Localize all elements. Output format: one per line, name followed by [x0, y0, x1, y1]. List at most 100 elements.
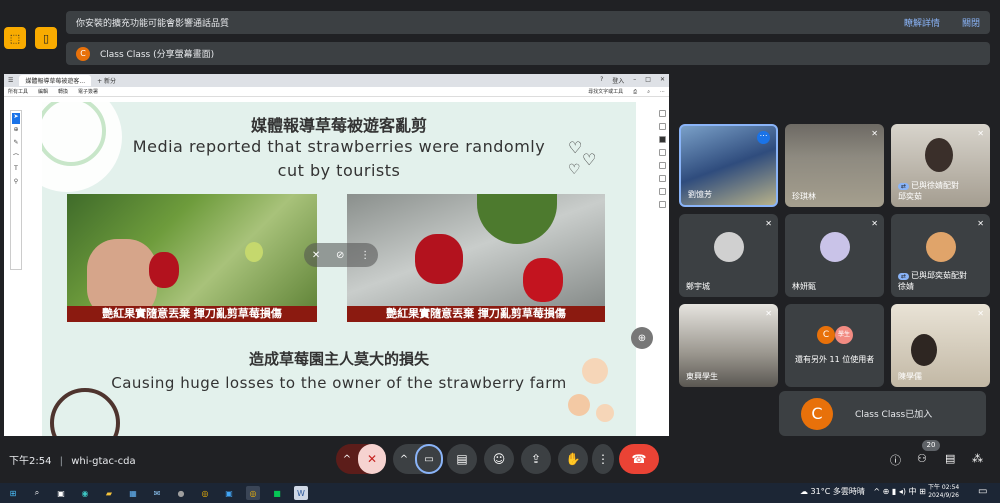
menu-icon[interactable]: ☰ [8, 77, 13, 84]
task-view-icon[interactable]: ▣ [54, 486, 68, 500]
ime-indicator[interactable]: 中 [909, 487, 917, 496]
menu-all-tools[interactable]: 所有工具 [8, 88, 28, 95]
more-icon[interactable]: ⋯ [660, 89, 665, 95]
strawberry-photo-right: 艷紅果實隨意丟棄 揮刀亂剪草莓損傷 [347, 194, 605, 322]
zoom-tool-icon[interactable]: ⊕ [12, 126, 20, 137]
weather-widget[interactable]: ☁ 31°C 多雲時晴 ^ ⊕ ▮ ◂) 中 ⊞ [800, 486, 926, 497]
activities-icon[interactable]: ⁂ [972, 452, 983, 465]
sign-in-link[interactable]: 登入 [612, 76, 624, 85]
mic-off-icon[interactable]: ✕ [312, 250, 320, 261]
edge-icon[interactable]: ◉ [78, 486, 92, 500]
hide-icon[interactable]: ⊘ [336, 250, 344, 261]
word-icon[interactable]: W [294, 486, 308, 500]
people-icon[interactable]: ⚇ [917, 452, 927, 465]
tool-icon[interactable] [659, 188, 666, 195]
tool-icon[interactable] [659, 110, 666, 117]
participant-tile[interactable]: ✕ ⇄ 已與邱奕茹配對 徐婧 [891, 214, 990, 297]
participant-name: 邱奕茹 [898, 192, 922, 201]
participant-tile[interactable]: ⋯ 劉憶芳 [679, 124, 778, 207]
file-explorer-icon[interactable]: ▰ [102, 486, 116, 500]
zoom-icon[interactable]: ⊕ [631, 327, 653, 349]
chevron-up-icon[interactable]: ^ [393, 454, 415, 465]
app-icon[interactable]: ▣ [222, 486, 236, 500]
slide-subtitle-zh: 造成草莓園主人莫大的損失 [248, 350, 429, 368]
participant-tile[interactable]: ✕ 珍琪林 [785, 124, 884, 207]
participant-tile[interactable]: ✕ ⇄ 已與徐婧配對 邱奕茹 [891, 124, 990, 207]
tray-icons[interactable]: ^ ⊕ ▮ ◂) [873, 487, 906, 496]
help-icon[interactable]: ? [600, 76, 603, 85]
camera-button[interactable]: ▭ [415, 444, 443, 474]
more-participants-tile[interactable]: C 學生 還有另外 11 位使用者 [785, 304, 884, 387]
tool-icon[interactable] [659, 175, 666, 182]
windows-start-icon[interactable]: ⊞ [6, 486, 20, 500]
tool-icon[interactable] [659, 149, 666, 156]
captions-button[interactable]: ▤ [447, 444, 477, 474]
stamp-icon[interactable]: ⚲ [12, 178, 20, 189]
participant-tile[interactable]: ✕ 林妍甄 [785, 214, 884, 297]
pen-icon[interactable]: ✎ [12, 139, 20, 150]
chat-icon[interactable]: ▤ [945, 452, 955, 465]
mic-control: ^ ✕ [336, 444, 386, 474]
maximize-icon[interactable]: □ [645, 76, 651, 85]
participant-tile[interactable]: ✕ 鄭宇城 [679, 214, 778, 297]
text-box-icon[interactable]: T [12, 165, 20, 176]
weather-icon: ☁ [800, 487, 808, 496]
participant-name: 徐婧 [898, 282, 914, 291]
menu-esign[interactable]: 電子簽署 [78, 88, 98, 95]
chrome-icon[interactable]: ◎ [246, 486, 260, 500]
participant-name: 珍琪林 [792, 192, 816, 201]
close-banner-button[interactable]: 關閉 [962, 16, 980, 29]
chevron-up-icon[interactable]: ^ [336, 454, 358, 465]
more-icon[interactable]: ⋯ [757, 131, 770, 144]
raise-hand-button[interactable]: ✋ [558, 444, 588, 474]
menu-edit[interactable]: 編輯 [38, 88, 48, 95]
highlighter-icon[interactable]: ⌒ [12, 152, 20, 163]
tool-icon[interactable] [659, 136, 666, 143]
cursor-icon[interactable]: ➤ [12, 113, 20, 124]
learn-more-link[interactable]: 瞭解詳情 [904, 16, 940, 29]
slide-title-en-1: Media reported that strawberries were ra… [132, 137, 546, 156]
app-icon[interactable]: ● [174, 486, 188, 500]
search-icon[interactable]: ⌕ [30, 486, 44, 500]
notification-icon[interactable]: ▭ [978, 486, 987, 497]
end-call-button[interactable]: ☎ [619, 444, 659, 474]
store-icon[interactable]: ▦ [126, 486, 140, 500]
clock-date: 2024/9/26 [928, 492, 959, 499]
emoji-button[interactable]: ☺ [484, 444, 514, 474]
tool-icon[interactable] [659, 201, 666, 208]
participant-name: 劉憶芳 [688, 190, 712, 199]
chrome-icon[interactable]: ◎ [198, 486, 212, 500]
browser-tab[interactable]: 媒體報導草莓被遊客... [19, 75, 92, 86]
minimize-icon[interactable]: – [633, 76, 636, 85]
system-clock[interactable]: 下午 02:54 2024/9/26 [928, 484, 959, 500]
close-window-icon[interactable]: ✕ [660, 76, 665, 85]
caption-right: 艷紅果實隨意丟棄 揮刀亂剪草莓損傷 [347, 306, 605, 322]
meet-screen: ⬚ ▯ 你安裝的擴充功能可能會影響通話品質 瞭解詳情 關閉 C Class Cl… [0, 0, 1000, 503]
avatar: 學生 [835, 326, 853, 344]
share-tab-icon[interactable]: ▯ [35, 27, 57, 49]
more-options-icon[interactable]: ⋮ [360, 250, 370, 261]
mail-icon[interactable]: ✉ [150, 486, 164, 500]
print-icon[interactable]: ⎙ [633, 89, 637, 95]
present-button[interactable]: ⇪ [521, 444, 551, 474]
more-options-button[interactable]: ⋮ [592, 444, 614, 474]
camera-off-icon[interactable]: ⬚ [4, 27, 26, 49]
tool-icon[interactable] [659, 123, 666, 130]
pair-icon: ⇄ [898, 183, 910, 190]
search-icon[interactable]: ⌕ [647, 89, 650, 95]
info-icon[interactable]: ⓘ [890, 452, 901, 468]
line-icon[interactable]: ■ [270, 486, 284, 500]
menu-convert[interactable]: 轉換 [58, 88, 68, 95]
find-tools-input[interactable]: 尋找文字或工具 [588, 88, 623, 95]
tool-icon[interactable] [659, 162, 666, 169]
tray-icons[interactable]: ⊞ [919, 487, 926, 496]
weather-temp: 31°C [810, 487, 831, 496]
right-toolbar [658, 110, 667, 430]
avatar [713, 232, 744, 263]
participant-tile[interactable]: ✕ 東興學生 [679, 304, 778, 387]
mic-off-button[interactable]: ✕ [358, 444, 386, 474]
presentation-overlay-controls: ✕ ⊘ ⋮ [304, 243, 378, 267]
new-tab-button[interactable]: + 新分 [97, 76, 116, 85]
join-text: Class Class已加入 [855, 410, 933, 420]
participant-tile[interactable]: ✕ 陳學儒 [891, 304, 990, 387]
